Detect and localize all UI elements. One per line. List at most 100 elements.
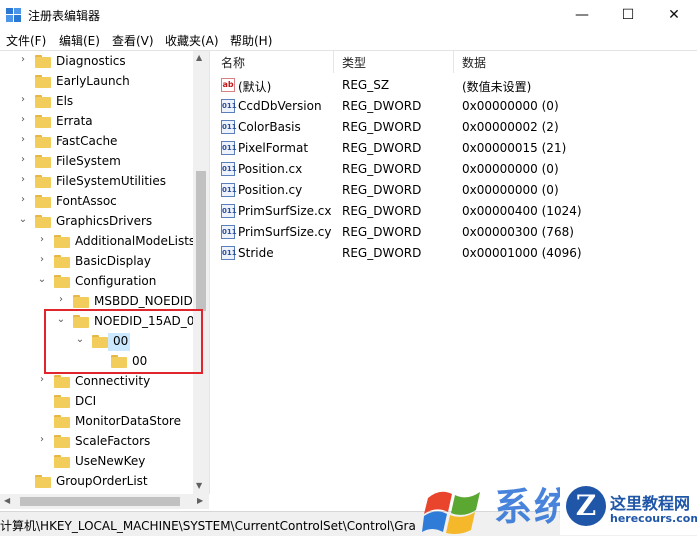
expand-arrow-icon[interactable]: › (18, 94, 28, 108)
value-row[interactable]: 011 CcdDbVersion REG_DWORD 0x00000000 (0… (213, 96, 697, 117)
folder-icon (35, 195, 51, 208)
string-value-icon: ab (221, 78, 235, 92)
registry-editor-app-icon (6, 8, 21, 22)
scroll-down-arrow-icon[interactable]: ▼ (196, 481, 202, 490)
tree-item-label: BasicDisplay (75, 254, 152, 268)
value-type: REG_DWORD (342, 246, 422, 260)
value-data: 0x00000000 (0) (462, 162, 559, 176)
expand-arrow-icon[interactable]: › (18, 134, 28, 148)
tree-item-label: Els (56, 94, 74, 108)
menu-help[interactable]: 帮助(H) (230, 32, 272, 49)
registry-key-tree[interactable]: › Diagnostics EarlyLaunch › Els › Errata… (0, 51, 210, 494)
expand-arrow-icon[interactable]: › (37, 374, 47, 388)
folder-icon (73, 295, 89, 308)
value-row[interactable]: ab (默认) REG_SZ (数值未设置) (213, 75, 697, 96)
dword-value-icon: 011 (221, 162, 237, 176)
value-type: REG_DWORD (342, 204, 422, 218)
close-button[interactable]: ✕ (651, 0, 697, 30)
scroll-right-arrow-icon[interactable]: ▶ (197, 496, 203, 505)
value-row[interactable]: 011 PrimSurfSize.cx REG_DWORD 0x00000400… (213, 201, 697, 222)
folder-icon (35, 55, 51, 68)
tree-item-label: FileSystemUtilities (56, 174, 166, 188)
dword-value-icon: 011 (221, 183, 237, 197)
expand-arrow-icon[interactable]: › (18, 154, 28, 168)
annotation-highlight-box (44, 309, 203, 374)
expand-arrow-icon[interactable]: › (18, 54, 28, 68)
tree-item-label: Errata (56, 114, 93, 128)
tree-item-label: MSBDD_NOEDID (94, 294, 193, 308)
tree-horizontal-scrollbar[interactable]: ◀ ▶ (0, 494, 209, 509)
dword-value-icon: 011 (221, 99, 237, 113)
folder-icon (54, 435, 70, 448)
window-title: 注册表编辑器 (28, 9, 101, 23)
column-header-name[interactable]: 名称 (221, 54, 245, 71)
scrollbar-thumb[interactable] (196, 171, 206, 311)
tree-item-label: FastCache (56, 134, 118, 148)
menu-edit[interactable]: 编辑(E) (59, 32, 100, 49)
tree-item-label: GraphicsDrivers (56, 214, 153, 228)
expand-arrow-icon[interactable]: › (18, 114, 28, 128)
expand-arrow-icon[interactable] (37, 394, 47, 408)
value-row[interactable]: 011 Position.cy REG_DWORD 0x00000000 (0) (213, 180, 697, 201)
tree-item-label: GroupOrderList (56, 474, 148, 488)
tree-vertical-scrollbar[interactable]: ▲ ▼ (193, 51, 209, 494)
value-type: REG_DWORD (342, 162, 422, 176)
minimize-button[interactable]: — (559, 0, 605, 30)
menu-bar: 文件(F) 编辑(E) 查看(V) 收藏夹(A) 帮助(H) (0, 30, 697, 50)
expand-arrow-icon[interactable]: › (37, 234, 47, 248)
expand-arrow-icon[interactable]: › (37, 434, 47, 448)
value-row[interactable]: 011 PixelFormat REG_DWORD 0x00000015 (21… (213, 138, 697, 159)
column-header-type[interactable]: 类型 (342, 54, 366, 71)
expand-arrow-icon[interactable]: › (56, 294, 66, 308)
menu-view[interactable]: 查看(V) (112, 32, 154, 49)
value-name: Position.cx (238, 162, 303, 176)
values-list[interactable]: 名称 类型 数据 ab (默认) REG_SZ (数值未设置) 011 CcdD… (213, 51, 697, 509)
scroll-left-arrow-icon[interactable]: ◀ (4, 496, 10, 505)
column-separator[interactable] (453, 51, 454, 73)
folder-icon (35, 475, 51, 488)
value-row[interactable]: 011 Stride REG_DWORD 0x00001000 (4096) (213, 243, 697, 264)
folder-open-icon (54, 275, 70, 288)
tree-item-label: FontAssoc (56, 194, 117, 208)
folder-icon (35, 115, 51, 128)
expand-arrow-icon[interactable] (37, 414, 47, 428)
value-row[interactable]: 011 Position.cx REG_DWORD 0x00000000 (0) (213, 159, 697, 180)
windows-flag-logo-icon (422, 491, 480, 534)
collapse-arrow-icon[interactable]: ⌄ (18, 214, 28, 228)
expand-arrow-icon[interactable] (37, 454, 47, 468)
folder-icon (54, 255, 70, 268)
folder-open-icon (35, 215, 51, 228)
watermark-badge: Z 这里教程网 herecours.com (560, 478, 697, 535)
folder-icon (35, 135, 51, 148)
value-row[interactable]: 011 ColorBasis REG_DWORD 0x00000002 (2) (213, 117, 697, 138)
dword-value-icon: 011 (221, 141, 237, 155)
value-type: REG_SZ (342, 78, 390, 92)
scrollbar-thumb[interactable] (20, 497, 180, 506)
column-header-data[interactable]: 数据 (462, 54, 486, 71)
maximize-button[interactable]: ☐ (605, 0, 651, 30)
expand-arrow-icon[interactable]: › (37, 254, 47, 268)
folder-icon (54, 395, 70, 408)
expand-arrow-icon[interactable]: › (18, 194, 28, 208)
value-name: ColorBasis (238, 120, 301, 134)
expand-arrow-icon[interactable] (18, 474, 28, 488)
expand-arrow-icon[interactable]: › (18, 174, 28, 188)
folder-icon (35, 155, 51, 168)
menu-file[interactable]: 文件(F) (6, 32, 46, 49)
tree-item-label: AdditionalModeLists (75, 234, 196, 248)
value-row[interactable]: 011 PrimSurfSize.cy REG_DWORD 0x00000300… (213, 222, 697, 243)
column-separator[interactable] (333, 51, 334, 73)
folder-icon (35, 75, 51, 88)
value-data: 0x00000000 (0) (462, 183, 559, 197)
value-type: REG_DWORD (342, 225, 422, 239)
scroll-up-arrow-icon[interactable]: ▲ (196, 53, 202, 62)
value-data: 0x00001000 (4096) (462, 246, 582, 260)
menu-favorites[interactable]: 收藏夹(A) (165, 32, 219, 49)
expand-arrow-icon[interactable] (18, 74, 28, 88)
dword-value-icon: 011 (221, 246, 237, 260)
value-name: Position.cy (238, 183, 303, 197)
value-data: 0x00000000 (0) (462, 99, 559, 113)
folder-icon (54, 415, 70, 428)
collapse-arrow-icon[interactable]: ⌄ (37, 274, 47, 288)
value-name: PrimSurfSize.cx (238, 204, 332, 218)
